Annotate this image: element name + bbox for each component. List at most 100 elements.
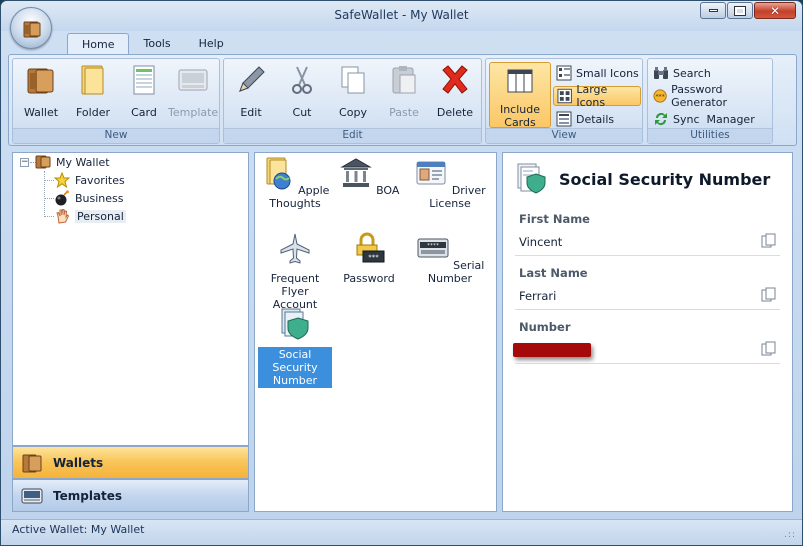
details-button[interactable]: Details (553, 109, 617, 129)
tab-help[interactable]: Help (185, 33, 238, 55)
tab-home[interactable]: Home (67, 33, 130, 55)
active-wallet-status: Active Wallet: My Wallet (12, 523, 145, 536)
cards-view: Apple Thoughts BOA Driver License Freque… (254, 152, 497, 512)
lock-icon: *** (356, 232, 385, 263)
search-label: Search (673, 66, 711, 80)
edit-button[interactable]: Edit (226, 63, 276, 119)
window-controls: ✕ (699, 2, 796, 19)
include-cards-icon (507, 69, 533, 93)
new-wallet-label: Wallet (23, 106, 59, 119)
svg-text:****: **** (427, 243, 439, 249)
tree-item-my-wallet[interactable]: My Wallet (35, 154, 110, 170)
new-card-label: Card (131, 106, 157, 119)
cut-button[interactable]: Cut (277, 63, 327, 119)
copy-icon[interactable] (761, 233, 777, 249)
tree-item-business[interactable]: Business (54, 190, 124, 206)
sync-manager-label: Sync Manager (673, 112, 755, 126)
tree-collapse-toggle[interactable]: − (20, 158, 29, 167)
delete-button[interactable]: Delete (430, 63, 480, 119)
new-wallet-button[interactable]: Wallet (16, 63, 66, 119)
close-button[interactable]: ✕ (754, 2, 796, 19)
hand-icon (56, 209, 70, 224)
copy-icon[interactable] (761, 341, 777, 357)
large-icons-button[interactable]: Large Icons (553, 83, 641, 109)
delete-label: Delete (436, 106, 474, 119)
tree-connector (44, 180, 54, 181)
star-icon (54, 172, 70, 188)
cut-label: Cut (292, 106, 312, 119)
maximize-icon (734, 5, 746, 16)
sync-icon (655, 113, 667, 125)
maximize-button[interactable] (727, 2, 753, 19)
first-name-value[interactable]: Vincent (519, 235, 562, 249)
copy-icon[interactable] (761, 287, 777, 303)
delete-x-icon (442, 65, 468, 94)
ribbon-group-utilities-label: Utilities (648, 128, 772, 143)
scissors-icon (292, 66, 312, 94)
field-divider (515, 255, 780, 256)
card-password[interactable]: *** Password (332, 231, 406, 285)
resize-grip[interactable]: .:: (784, 530, 796, 540)
password-generator-button[interactable]: *** Password Generator (650, 83, 772, 109)
new-folder-button[interactable]: Folder (68, 63, 118, 119)
large-icons-label: Large Icons (576, 83, 608, 109)
paste-icon (392, 66, 416, 94)
card-frequent-flyer-account[interactable]: Frequent Flyer Account (258, 231, 332, 311)
sync-manager-button[interactable]: Sync Manager (650, 109, 758, 129)
tree-item-label: Business (75, 191, 124, 205)
card-apple-thoughts[interactable]: Apple Thoughts (258, 156, 332, 210)
number-label: Number (519, 320, 571, 334)
small-icons-icon (556, 65, 572, 81)
new-template-button[interactable]: Template (168, 63, 218, 119)
tree-connector (44, 198, 54, 199)
id-card-icon (416, 161, 446, 185)
status-bar: Active Wallet: My Wallet .:: (1, 519, 802, 545)
details-label: Details (576, 112, 615, 126)
tree-item-label: My Wallet (56, 155, 110, 169)
application-menu-button[interactable] (10, 7, 52, 49)
ribbon: Wallet Folder Card Template New Edit Cut… (8, 54, 797, 146)
copy-icon (341, 66, 365, 94)
card-boa[interactable]: BOA (332, 156, 406, 197)
copy-label: Copy (339, 106, 367, 119)
svg-text:***: *** (368, 254, 379, 262)
password-generator-label: Password Generator (671, 83, 727, 109)
card-label: Social Security Number (258, 347, 332, 388)
tree-item-personal[interactable]: Personal (54, 208, 126, 224)
card-serial-number[interactable]: **** Serial Number (408, 231, 492, 285)
template-icon (21, 488, 43, 503)
close-icon: ✕ (769, 3, 781, 18)
wallet-tree: − My Wallet Favorites Business Personal (12, 152, 249, 446)
large-icons-icon (557, 88, 572, 104)
new-template-label: Template (168, 106, 219, 119)
card-label: Password (343, 272, 395, 285)
tree-item-favorites[interactable]: Favorites (54, 172, 125, 188)
include-cards-button[interactable]: Include Cards (489, 62, 551, 129)
ribbon-group-new: Wallet Folder Card Template New (12, 58, 220, 144)
paste-button[interactable]: Paste (379, 63, 429, 119)
bomb-icon (55, 190, 69, 206)
nav-wallets-label: Wallets (53, 455, 104, 470)
minimize-button[interactable] (700, 2, 726, 19)
small-icons-button[interactable]: Small Icons (553, 63, 642, 83)
details-icon (556, 111, 572, 127)
card-driver-license[interactable]: Driver License (408, 156, 492, 210)
password-generator-icon: *** (653, 89, 667, 103)
card-social-security-number[interactable]: Social Security Number (258, 306, 332, 388)
search-button[interactable]: Search (650, 63, 714, 83)
card-icon (133, 65, 155, 95)
last-name-value[interactable]: Ferrari (519, 289, 556, 303)
tab-tools[interactable]: Tools (129, 33, 184, 55)
nav-wallets-button[interactable]: Wallets (12, 446, 249, 479)
nav-templates-button[interactable]: Templates (12, 479, 249, 512)
title-bar: SafeWallet - My Wallet ✕ (1, 1, 802, 31)
redacted-number-value[interactable] (513, 343, 591, 357)
shield-document-icon (517, 163, 546, 194)
nav-templates-label: Templates (53, 488, 123, 503)
wallet-icon (23, 21, 41, 38)
small-icons-label: Small Icons (576, 66, 639, 80)
window-title: SafeWallet - My Wallet (334, 8, 469, 22)
copy-button[interactable]: Copy (328, 63, 378, 119)
new-card-button[interactable]: Card (119, 63, 169, 119)
wallet-icon (35, 155, 51, 169)
